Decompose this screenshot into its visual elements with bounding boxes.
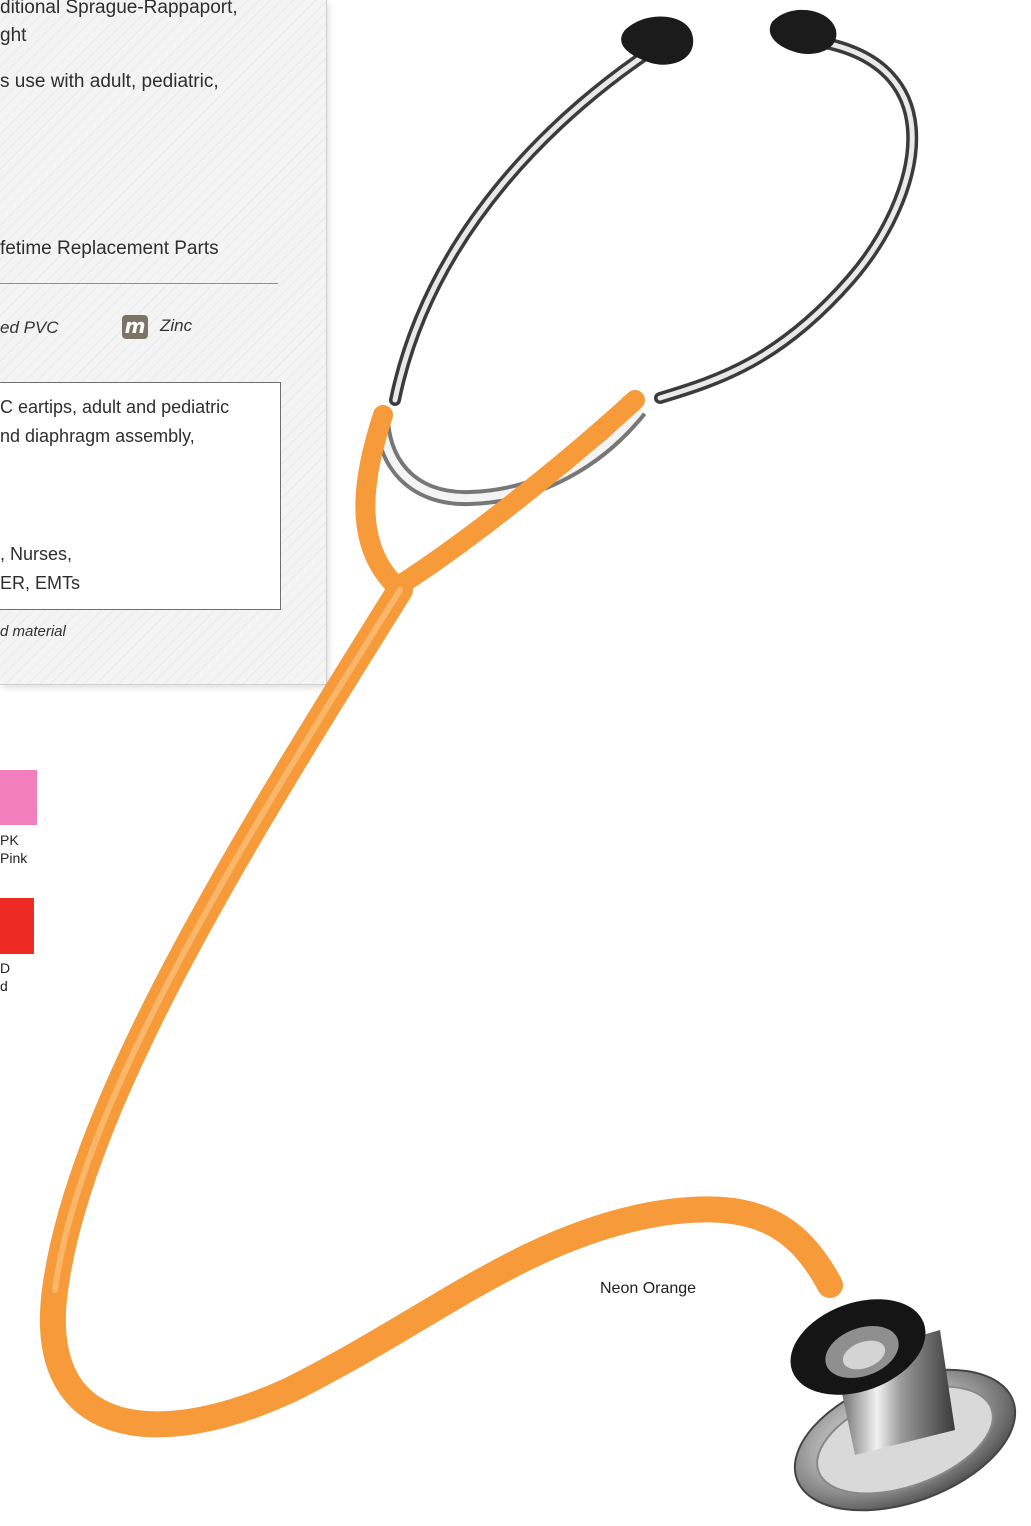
right-eartip-icon xyxy=(769,9,837,54)
color-name-caption: Neon Orange xyxy=(600,1280,697,1297)
stethoscope-illustration xyxy=(40,9,1017,1512)
chestpiece xyxy=(790,1299,1017,1512)
tubing xyxy=(40,390,843,1438)
